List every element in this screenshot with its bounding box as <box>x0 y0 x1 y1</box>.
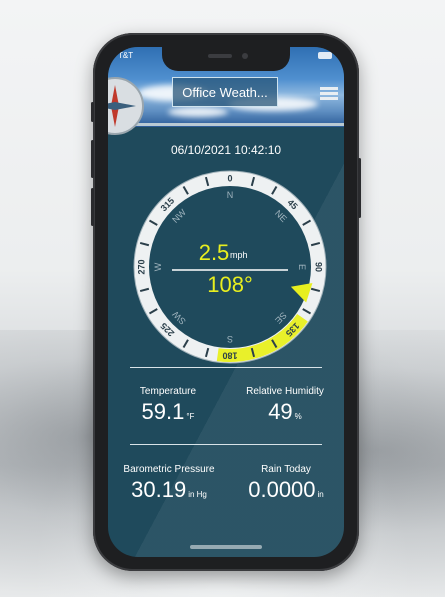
divider-top <box>130 367 322 368</box>
temperature-value: 59.1 <box>141 399 185 424</box>
hamburger-menu-icon[interactable] <box>320 87 338 101</box>
station-selector-button[interactable]: Office Weath... <box>172 77 278 107</box>
phone-volume-down <box>91 188 94 226</box>
pressure-value: 30.19 <box>131 477 187 502</box>
deg-label-180: 180 <box>222 351 237 361</box>
rain-reading: 0.0000 in <box>230 477 342 503</box>
rain-unit: in <box>317 490 324 499</box>
phone-mute-switch <box>91 102 94 122</box>
observation-datetime: 06/10/2021 10:42:10 <box>170 143 282 157</box>
battery-icon <box>318 52 332 59</box>
phone-volume-up <box>91 140 94 178</box>
temperature-label: Temperature <box>139 386 197 397</box>
wind-compass: 0 45 90 135 180 225 270 315 N NE E SE S … <box>130 167 330 367</box>
deg-label-0: 0 <box>227 174 232 184</box>
pressure-label: Barometric Pressure <box>123 464 215 475</box>
header-divider <box>108 123 344 126</box>
app-screen: T&T Office Weath... 06/10/2021 10:42:10 … <box>108 47 344 557</box>
wind-speed-unit: mph <box>230 250 248 260</box>
divider-bottom <box>130 444 322 445</box>
cardinal-E: E <box>297 264 307 270</box>
phone-notch <box>162 47 290 71</box>
humidity-value: 49 <box>268 399 293 424</box>
temperature-reading: 59.1 °F <box>118 399 218 425</box>
deg-label-270: 270 <box>137 259 147 274</box>
pressure-unit: in Hg <box>188 490 207 499</box>
carrier-label: T&T <box>118 51 134 60</box>
home-indicator <box>190 545 262 549</box>
rain-label: Rain Today <box>261 464 311 475</box>
cardinal-N: N <box>227 190 234 200</box>
earpiece-speaker <box>208 54 232 58</box>
wind-speed-value: 2.5 <box>199 240 230 265</box>
humidity-unit: % <box>294 412 302 421</box>
rain-value: 0.0000 <box>248 477 316 502</box>
pressure-reading: 30.19 in Hg <box>112 477 226 503</box>
humidity-reading: 49% <box>230 399 340 425</box>
phone-power-button <box>358 158 361 218</box>
wind-direction-value: 108° <box>207 272 253 297</box>
humidity-label: Relative Humidity <box>246 386 324 397</box>
front-camera <box>242 53 248 59</box>
cardinal-S: S <box>227 334 233 344</box>
temperature-unit: °F <box>186 412 195 421</box>
deg-label-90: 90 <box>314 262 324 272</box>
cardinal-W: W <box>153 262 163 271</box>
